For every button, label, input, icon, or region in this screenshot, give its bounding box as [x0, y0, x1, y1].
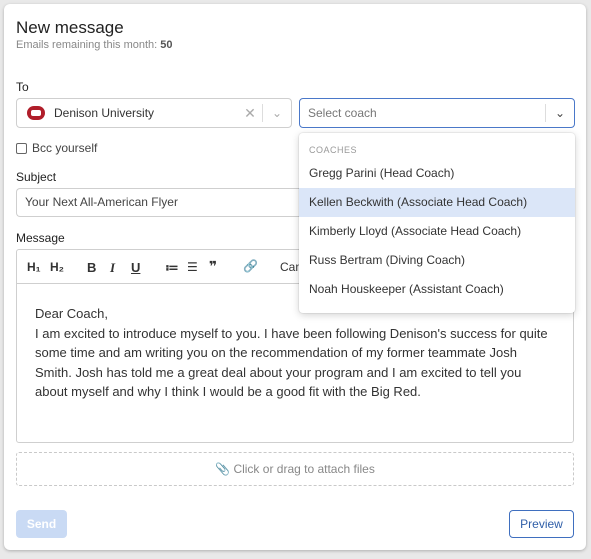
emails-remaining-label: Emails remaining this month:	[16, 39, 158, 51]
subject-label: Subject	[16, 170, 57, 184]
school-value: Denison University	[54, 106, 155, 120]
italic-icon[interactable]: I	[110, 260, 115, 276]
message-text: I am excited to introduce myself to you.…	[35, 325, 548, 400]
ordered-list-icon[interactable]: ≔	[165, 260, 179, 276]
page-title: New message	[16, 18, 124, 37]
school-select[interactable]: Denison University ✕ ⌄	[16, 98, 292, 128]
coach-option[interactable]: Noah Houskeeper (Assistant Coach)	[299, 275, 575, 304]
new-message-card: New message Emails remaining this month:…	[4, 4, 586, 550]
link-icon[interactable]: 🔗	[243, 259, 258, 273]
chevron-down-icon[interactable]: ⌄	[546, 106, 574, 120]
bcc-checkbox[interactable]: Bcc yourself	[16, 141, 97, 155]
coach-placeholder: Select coach	[308, 106, 377, 120]
coach-option[interactable]: Kimberly Lloyd (Associate Head Coach)	[299, 217, 575, 246]
menu-heading: COACHES	[309, 145, 358, 155]
coach-option[interactable]: Kellen Beckwith (Associate Head Coach)	[299, 188, 575, 217]
checkbox-icon[interactable]	[16, 142, 27, 154]
heading2-icon[interactable]: H₂	[50, 260, 64, 274]
chevron-down-icon[interactable]: ⌄	[263, 106, 291, 120]
coach-option[interactable]: Gregg Parini (Head Coach)	[299, 159, 575, 188]
coach-option[interactable]: Russ Bertram (Diving Coach)	[299, 246, 575, 275]
clear-icon[interactable]: ✕	[238, 105, 262, 122]
preview-button[interactable]: Preview	[509, 510, 574, 538]
bold-icon[interactable]: B	[87, 260, 96, 275]
heading1-icon[interactable]: H₁	[27, 260, 41, 274]
message-label: Message	[16, 231, 65, 245]
paperclip-icon: 📎	[215, 462, 231, 476]
bullet-list-icon[interactable]: ☰	[187, 260, 198, 274]
to-label: To	[16, 80, 29, 94]
send-button[interactable]: Send	[16, 510, 67, 538]
quote-icon[interactable]: ❞	[209, 258, 217, 275]
emails-remaining-count: 50	[160, 39, 173, 51]
attach-dropzone[interactable]: 📎 Click or drag to attach files	[16, 452, 574, 486]
school-logo-icon	[27, 106, 45, 120]
coach-dropdown-menu: COACHES Gregg Parini (Head Coach) Kellen…	[299, 133, 575, 313]
bcc-label: Bcc yourself	[32, 141, 98, 155]
attach-label: Click or drag to attach files	[233, 462, 375, 476]
coach-select[interactable]: Select coach ⌄	[299, 98, 575, 128]
emails-remaining: Emails remaining this month: 50	[16, 39, 173, 51]
subject-input[interactable]: Your Next All-American Flyer	[16, 188, 308, 217]
underline-icon[interactable]: U	[131, 260, 140, 275]
